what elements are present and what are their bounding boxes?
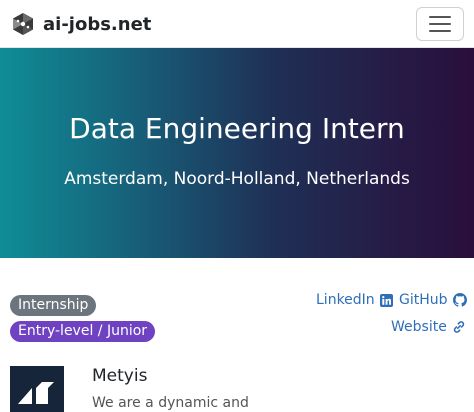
company-logo <box>10 366 64 412</box>
metyis-logo-icon <box>18 382 54 404</box>
github-link[interactable]: GitHub <box>399 292 467 308</box>
job-hero-banner: Data Engineering Intern Amsterdam, Noord… <box>0 48 474 258</box>
hamburger-menu-icon <box>429 30 451 32</box>
brain-network-icon <box>13 13 33 35</box>
employment-type-badge[interactable]: Internship <box>10 295 97 316</box>
link-chain-icon <box>453 321 464 333</box>
linkedin-link[interactable]: LinkedIn <box>316 292 393 308</box>
linkedin-icon <box>379 293 393 307</box>
hamburger-menu-icon <box>429 23 451 25</box>
job-location: Amsterdam, Noord-Holland, Netherlands <box>64 169 410 189</box>
linkedin-link-label: LinkedIn <box>316 292 375 308</box>
navbar: ai-jobs.net <box>0 0 474 48</box>
experience-level-badge[interactable]: Entry-level / Junior <box>10 321 156 342</box>
github-link-label: GitHub <box>399 292 448 308</box>
company-description: We are a dynamic and <box>92 395 249 411</box>
company-name: Metyis <box>92 366 148 386</box>
brand-link[interactable]: ai-jobs.net <box>10 10 151 38</box>
github-icon <box>452 293 467 307</box>
navbar-toggler-button[interactable] <box>416 7 464 41</box>
website-link[interactable]: Website <box>391 319 466 335</box>
job-title: Data Engineering Intern <box>69 112 405 145</box>
hamburger-menu-icon <box>429 16 451 18</box>
website-link-label: Website <box>391 319 447 335</box>
brand-name: ai-jobs.net <box>43 13 152 35</box>
